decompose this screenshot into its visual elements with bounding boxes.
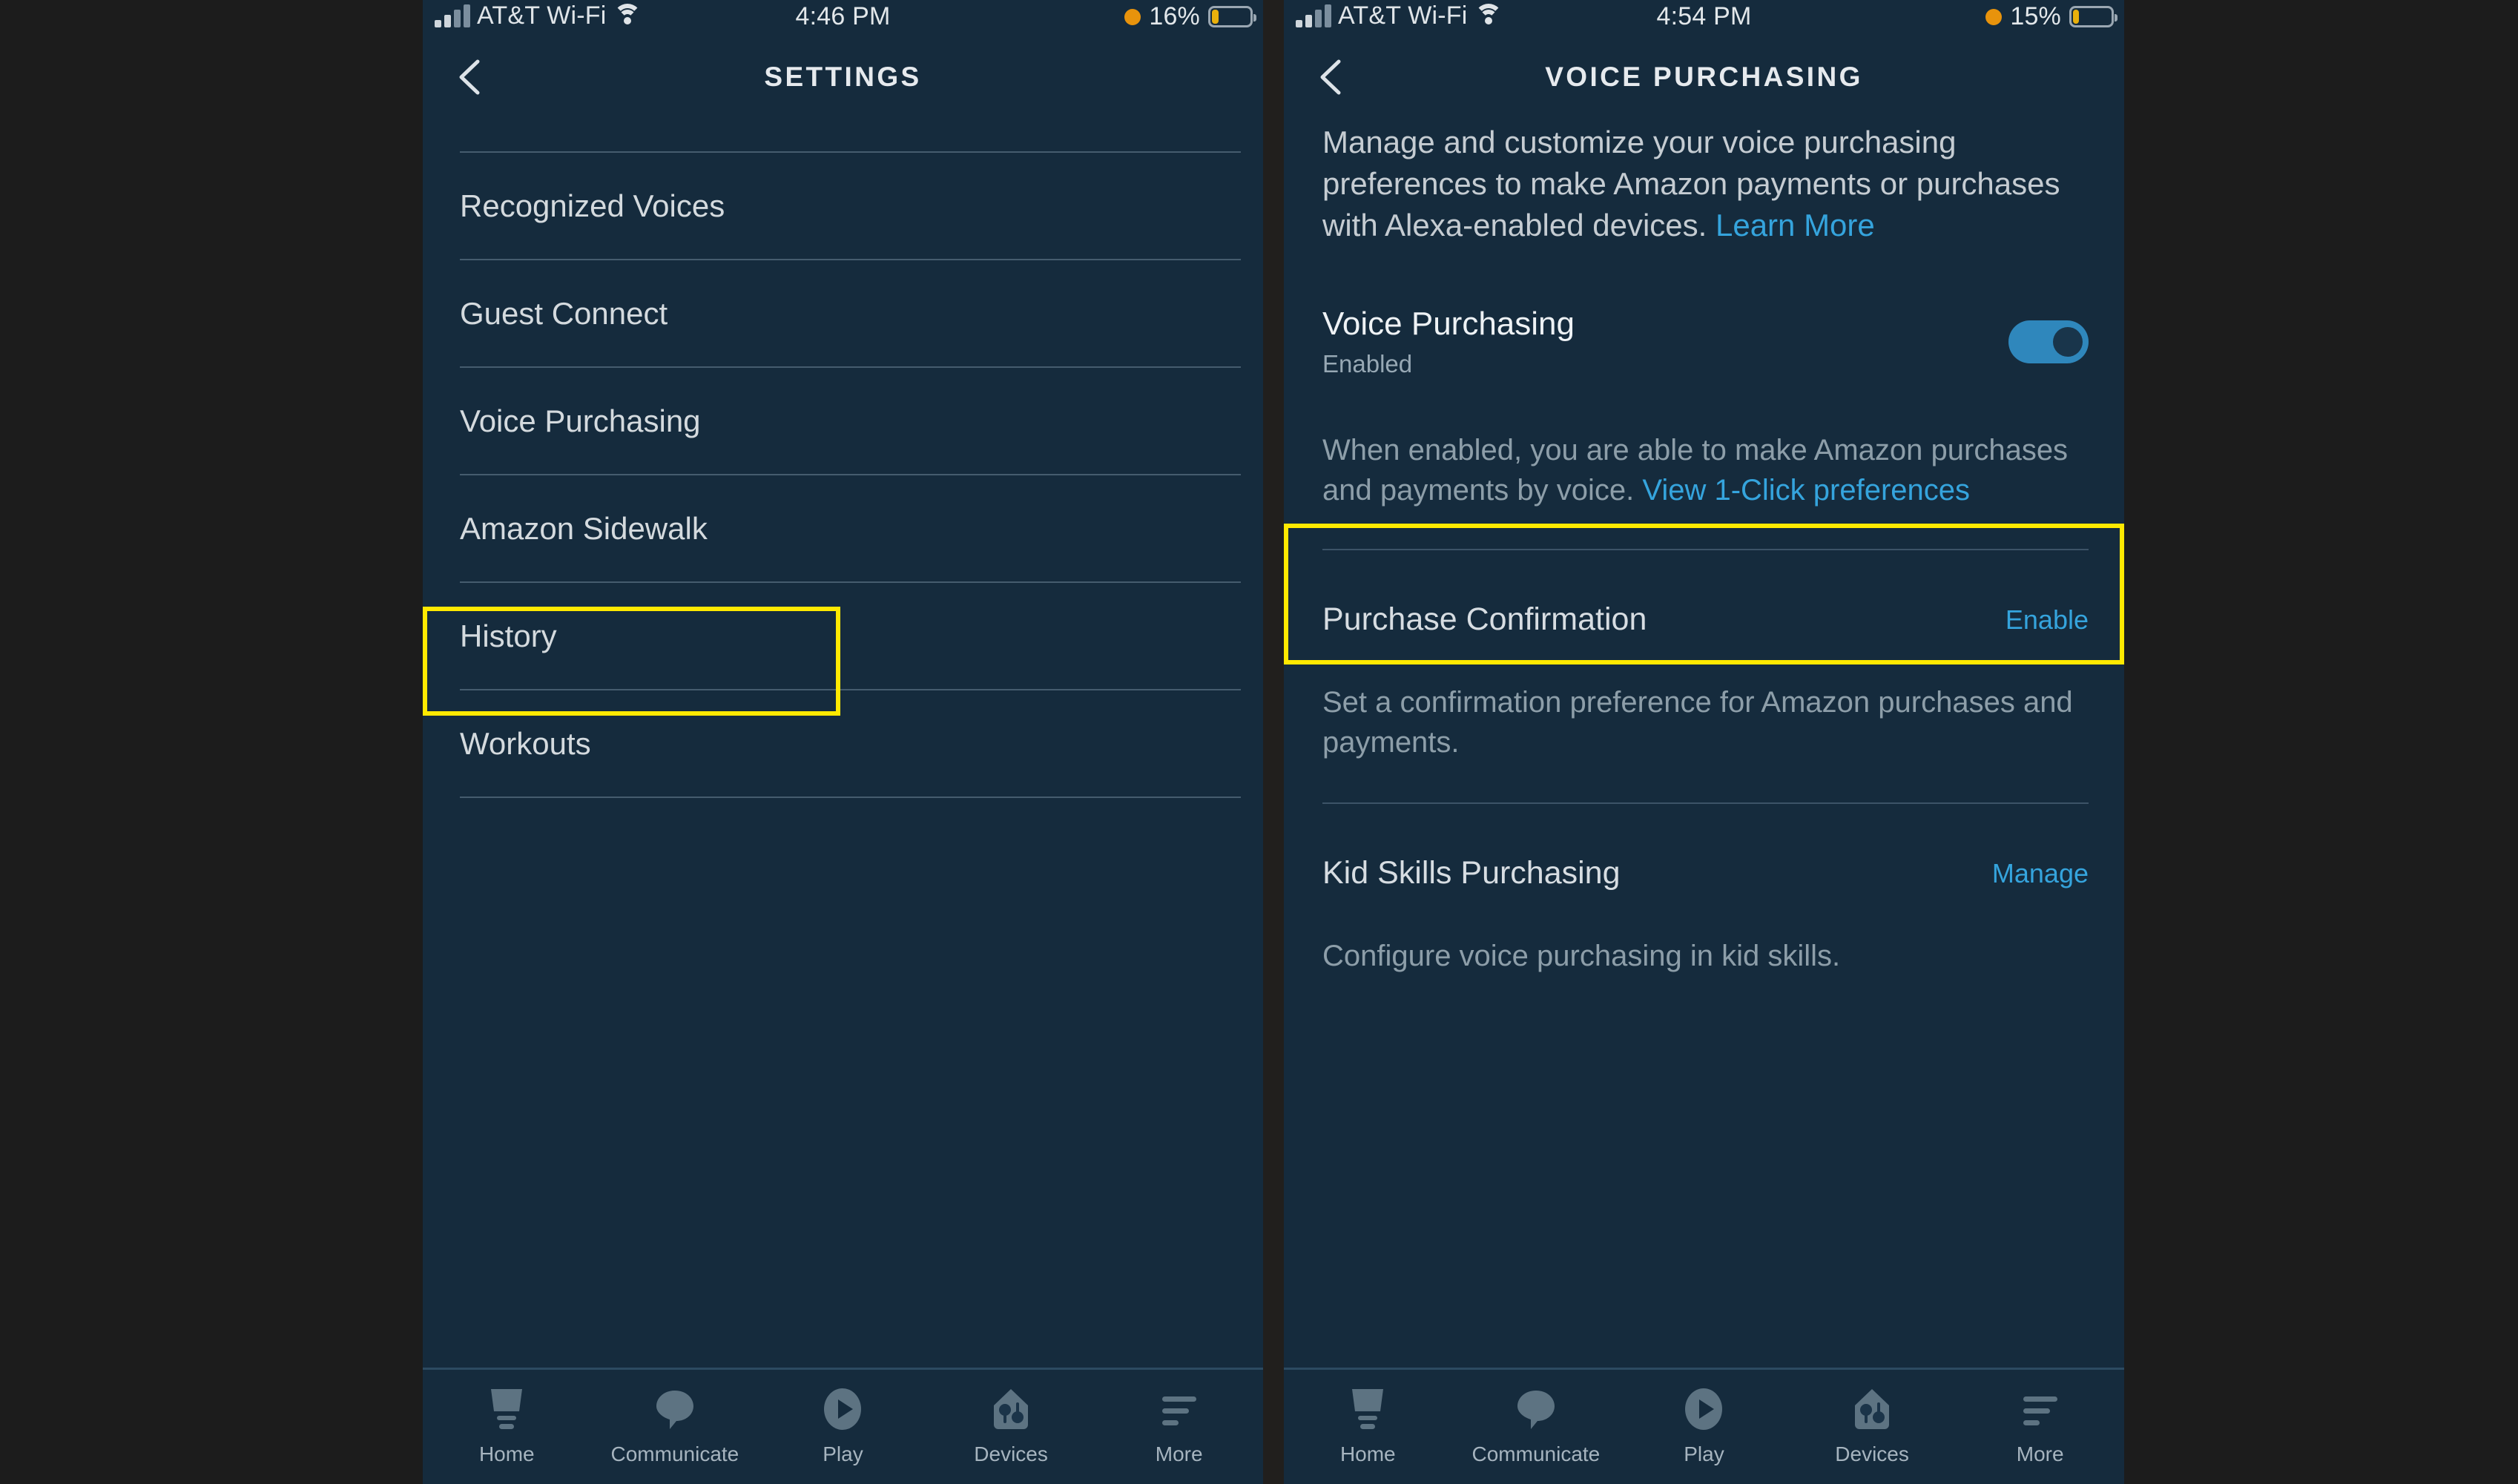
tab-label: Play (823, 1442, 863, 1465)
intro-paragraph: Manage and customize your voice purchasi… (1284, 108, 2124, 246)
voice-purchasing-help: When enabled, you are able to make Amazo… (1284, 412, 2124, 510)
sidebar-item-label: Guest Connect (460, 295, 668, 331)
tab-communicate[interactable]: Communicate (591, 1386, 759, 1466)
voice-purchasing-title: Voice Purchasing (1322, 305, 1575, 342)
intro-text: Manage and customize your voice purchasi… (1322, 125, 2060, 243)
more-menu-icon (1158, 1386, 1201, 1432)
kid-skills-manage-link[interactable]: Manage (1992, 858, 2089, 889)
sidebar-item-label: Amazon Sidewalk (460, 510, 708, 546)
home-icon (485, 1386, 528, 1432)
voice-purchasing-toggle[interactable] (2008, 320, 2089, 363)
kid-skills-row[interactable]: Kid Skills Purchasing Manage (1284, 829, 2124, 918)
sidebar-item-label: History (460, 618, 557, 653)
voice-purchasing-content: Manage and customize your voice purchasi… (1284, 108, 2124, 1368)
tab-label: Play (1684, 1442, 1724, 1465)
tab-label: Devices (974, 1442, 1048, 1465)
panel-gap-divider (1263, 0, 1284, 1484)
low-power-dot-icon (1124, 8, 1141, 25)
purchase-confirmation-row[interactable]: Purchase Confirmation Enable (1284, 576, 2124, 664)
tab-label: Communicate (610, 1442, 739, 1465)
screenshot-stage: AT&T Wi-Fi 4:46 PM 16% SETTINGS Recogniz… (0, 0, 2518, 1484)
tab-home[interactable]: Home (1284, 1386, 1452, 1466)
kid-skills-title: Kid Skills Purchasing (1322, 855, 1621, 891)
sidebar-item-recognized-voices[interactable]: Recognized Voices (423, 153, 1263, 259)
sidebar-item-label: Recognized Voices (460, 188, 725, 223)
purchase-confirmation-title: Purchase Confirmation (1322, 601, 1647, 638)
nav-bar: SETTINGS (423, 46, 1263, 108)
sidebar-item-label: Voice Purchasing (460, 403, 701, 438)
sidebar-item-guest-connect[interactable]: Guest Connect (423, 260, 1263, 366)
phone-panel-settings: AT&T Wi-Fi 4:46 PM 16% SETTINGS Recogniz… (423, 0, 1263, 1484)
section-divider (1322, 548, 2089, 550)
voice-purchasing-toggle-row[interactable]: Voice Purchasing Enabled (1284, 271, 2124, 412)
tab-devices[interactable]: Devices (1788, 1386, 1957, 1466)
tab-label: More (1155, 1442, 1203, 1465)
sidebar-item-voice-purchasing[interactable]: Voice Purchasing (423, 368, 1263, 474)
voice-purchasing-status: Enabled (1322, 349, 1413, 377)
phone-panel-voice-purchasing: AT&T Wi-Fi 4:54 PM 15% VOICE PURCHASING … (1284, 0, 2124, 1484)
tab-play[interactable]: Play (1620, 1386, 1788, 1466)
battery-percent-label: 16% (1149, 2, 1200, 30)
sidebar-item-label: Workouts (460, 725, 591, 761)
battery-icon (1208, 6, 1256, 27)
tab-devices[interactable]: Devices (927, 1386, 1095, 1466)
nav-bar: VOICE PURCHASING (1284, 46, 2124, 108)
status-bar-right: 16% (1124, 2, 1256, 31)
home-icon (1346, 1386, 1389, 1432)
speech-bubble-icon (653, 1386, 696, 1432)
tab-label: Devices (1835, 1442, 1909, 1465)
bottom-tab-bar: Home Communicate Play Devices More (423, 1368, 1263, 1484)
devices-icon (989, 1386, 1032, 1432)
play-circle-icon (821, 1386, 864, 1432)
back-chevron-icon[interactable] (1316, 59, 1345, 95)
play-circle-icon (1682, 1386, 1725, 1432)
settings-list: Recognized Voices Guest Connect Voice Pu… (423, 108, 1263, 1368)
back-chevron-icon[interactable] (455, 59, 484, 95)
kid-skills-description: Configure voice purchasing in kid skills… (1322, 939, 1841, 972)
tab-more[interactable]: More (1095, 1386, 1263, 1466)
low-power-dot-icon (1985, 8, 2003, 25)
tab-label: Home (478, 1442, 535, 1465)
tab-more[interactable]: More (1956, 1386, 2124, 1466)
status-bar: AT&T Wi-Fi 4:54 PM 15% (1284, 0, 2124, 46)
page-title: VOICE PURCHASING (1545, 62, 1863, 92)
tab-play[interactable]: Play (759, 1386, 927, 1466)
list-divider (460, 797, 1241, 798)
sidebar-item-workouts[interactable]: Workouts (423, 690, 1263, 797)
tab-label: More (2016, 1442, 2064, 1465)
purchase-confirmation-description: Set a confirmation preference for Amazon… (1322, 685, 2073, 759)
purchase-confirmation-enable-link[interactable]: Enable (2005, 604, 2089, 636)
page-title: SETTINGS (764, 62, 922, 92)
sidebar-item-history[interactable]: History (423, 583, 1263, 689)
bottom-tab-bar: Home Communicate Play Devices More (1284, 1368, 2124, 1484)
more-menu-icon (2019, 1386, 2062, 1432)
status-bar: AT&T Wi-Fi 4:46 PM 16% (423, 0, 1263, 46)
tab-communicate[interactable]: Communicate (1452, 1386, 1621, 1466)
tab-label: Home (1339, 1442, 1396, 1465)
section-divider (1322, 802, 2089, 804)
learn-more-link[interactable]: Learn More (1716, 208, 1875, 243)
speech-bubble-icon (1515, 1386, 1558, 1432)
toggle-knob (2053, 326, 2083, 357)
view-one-click-preferences-link[interactable]: View 1-Click preferences (1642, 474, 1970, 507)
voice-purchasing-texts: Voice Purchasing Enabled (1322, 306, 1575, 378)
devices-icon (1850, 1386, 1894, 1432)
sidebar-item-amazon-sidewalk[interactable]: Amazon Sidewalk (423, 475, 1263, 581)
battery-percent-label: 15% (2010, 2, 2061, 30)
status-bar-right: 15% (1985, 2, 2117, 31)
battery-icon (2069, 6, 2117, 27)
tab-home[interactable]: Home (423, 1386, 591, 1466)
tab-label: Communicate (1471, 1442, 1601, 1465)
